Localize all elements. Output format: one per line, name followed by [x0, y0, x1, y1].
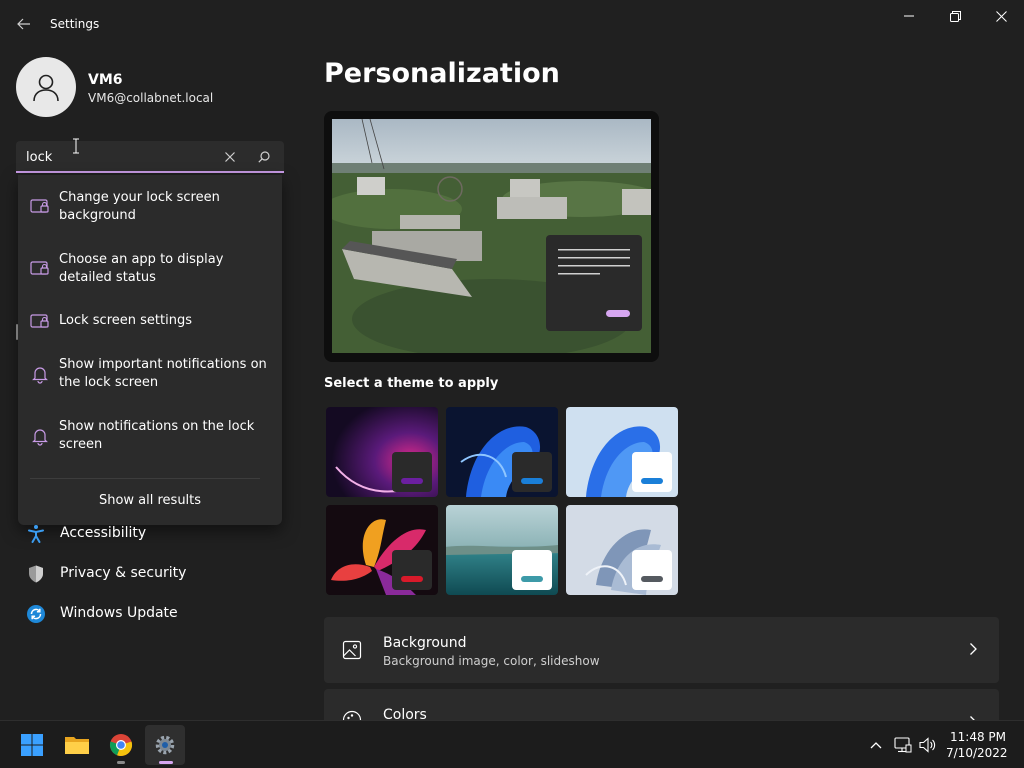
theme-preview-window — [512, 452, 552, 492]
theme-thumbnail[interactable] — [566, 505, 678, 595]
file-explorer-button[interactable] — [57, 725, 97, 765]
show-hidden-icons-button[interactable] — [866, 735, 886, 755]
sidebar-item-accessibility[interactable]: Accessibility — [18, 516, 278, 552]
background-setting-row[interactable]: Background Background image, color, slid… — [324, 617, 999, 683]
clock-date: 7/10/2022 — [946, 746, 1008, 760]
preview-wallpaper-image — [332, 119, 651, 353]
search-result-label: Change your lock screen background — [59, 190, 220, 223]
minimize-icon — [904, 15, 914, 17]
clock[interactable]: 11:48 PM 7/10/2022 — [946, 729, 1008, 761]
settings-taskbar-button[interactable] — [145, 725, 185, 765]
network-icon — [894, 737, 912, 753]
chrome-icon — [109, 734, 133, 756]
theme-accent-bar — [401, 478, 423, 484]
search-button[interactable] — [254, 147, 274, 167]
theme-accent-bar — [521, 576, 543, 582]
search-result[interactable]: Change your lock screen background — [18, 187, 282, 235]
colors-setting-row[interactable]: Colors — [324, 689, 999, 720]
sidebar-item-label: Privacy & security — [60, 565, 187, 581]
volume-button[interactable] — [918, 735, 938, 755]
volume-icon — [919, 737, 936, 753]
file-explorer-icon — [65, 737, 89, 754]
theme-preview-window — [392, 452, 432, 492]
bell-icon — [32, 429, 48, 446]
start-button[interactable] — [12, 725, 52, 765]
themes-section-label: Select a theme to apply — [324, 376, 499, 391]
row-title: Background — [383, 635, 467, 651]
close-icon — [225, 152, 235, 162]
taskbar: 11:48 PM 7/10/2022 — [0, 720, 1024, 768]
search-icon — [258, 151, 270, 163]
theme-accent-bar — [641, 576, 663, 582]
avatar[interactable] — [16, 57, 76, 117]
search-result-label: Lock screen settings — [59, 313, 192, 328]
settings-icon — [155, 735, 175, 755]
search-input[interactable] — [26, 147, 216, 167]
theme-thumbnail[interactable] — [326, 407, 438, 497]
text-cursor-icon — [73, 138, 79, 154]
theme-preview — [324, 111, 659, 362]
row-subtitle: Background image, color, slideshow — [383, 654, 600, 668]
chrome-button[interactable] — [101, 725, 141, 765]
search-result[interactable]: Choose an app to display detailed status — [18, 249, 282, 297]
theme-preview-window — [392, 550, 432, 590]
bell-icon — [32, 367, 48, 384]
shield-icon — [29, 565, 43, 583]
clock-time: 11:48 PM — [950, 730, 1006, 744]
clear-search-button[interactable] — [220, 147, 240, 167]
search-result[interactable]: Lock screen settings — [18, 309, 282, 339]
user-email: VM6@collabnet.local — [88, 91, 214, 105]
theme-thumbnail[interactable] — [326, 505, 438, 595]
sidebar-item-windows-update[interactable]: Windows Update — [18, 596, 278, 632]
image-icon — [342, 640, 362, 660]
chevron-right-icon — [970, 643, 977, 655]
user-icon — [33, 74, 59, 102]
lock-screen-icon — [30, 261, 49, 275]
minimize-button[interactable] — [886, 0, 932, 32]
search-result-label: Choose an app to display detailed status — [59, 252, 224, 285]
nav-selection-indicator — [16, 324, 18, 340]
close-button[interactable] — [978, 0, 1024, 32]
chevron-up-icon — [870, 742, 882, 749]
theme-accent-bar — [401, 576, 423, 582]
theme-thumbnail[interactable] — [446, 505, 558, 595]
start-icon — [21, 734, 43, 756]
search-result-label: Show notifications on the lock screen — [59, 419, 255, 452]
search-result[interactable]: Show important notifications on the lock… — [18, 355, 282, 403]
back-button[interactable] — [12, 12, 36, 36]
running-indicator — [117, 761, 125, 764]
accessibility-icon — [28, 525, 44, 543]
user-name: VM6 — [88, 72, 123, 88]
palette-icon — [342, 710, 362, 720]
restore-icon — [949, 10, 961, 22]
sidebar-item-label: Accessibility — [60, 525, 147, 541]
restore-button[interactable] — [932, 0, 978, 32]
page-title: Personalization — [324, 58, 560, 89]
show-all-results-button[interactable]: Show all results — [18, 493, 282, 508]
theme-thumbnail[interactable] — [446, 407, 558, 497]
app-title: Settings — [50, 17, 100, 31]
title-bar: Settings — [0, 0, 1024, 48]
search-results-dropdown: Change your lock screen background Choos… — [18, 175, 282, 525]
theme-thumbnail[interactable] — [566, 407, 678, 497]
close-icon — [995, 10, 1007, 22]
theme-preview-window — [632, 452, 672, 492]
network-button[interactable] — [893, 735, 913, 755]
search-box[interactable] — [16, 141, 284, 173]
divider — [30, 478, 260, 479]
active-app-indicator — [159, 761, 173, 764]
search-result[interactable]: Show notifications on the lock screen — [18, 417, 282, 465]
windows-update-icon — [27, 605, 45, 623]
theme-preview-window — [632, 550, 672, 590]
theme-preview-window — [512, 550, 552, 590]
sidebar-item-label: Windows Update — [60, 605, 178, 621]
lock-screen-icon — [30, 314, 49, 328]
search-result-label: Show important notifications on the lock… — [59, 357, 267, 390]
theme-accent-bar — [641, 478, 663, 484]
theme-accent-bar — [521, 478, 543, 484]
lock-screen-icon — [30, 199, 49, 213]
sidebar-item-privacy-security[interactable]: Privacy & security — [18, 556, 278, 592]
row-title: Colors — [383, 707, 427, 720]
arrow-left-icon — [17, 18, 30, 30]
